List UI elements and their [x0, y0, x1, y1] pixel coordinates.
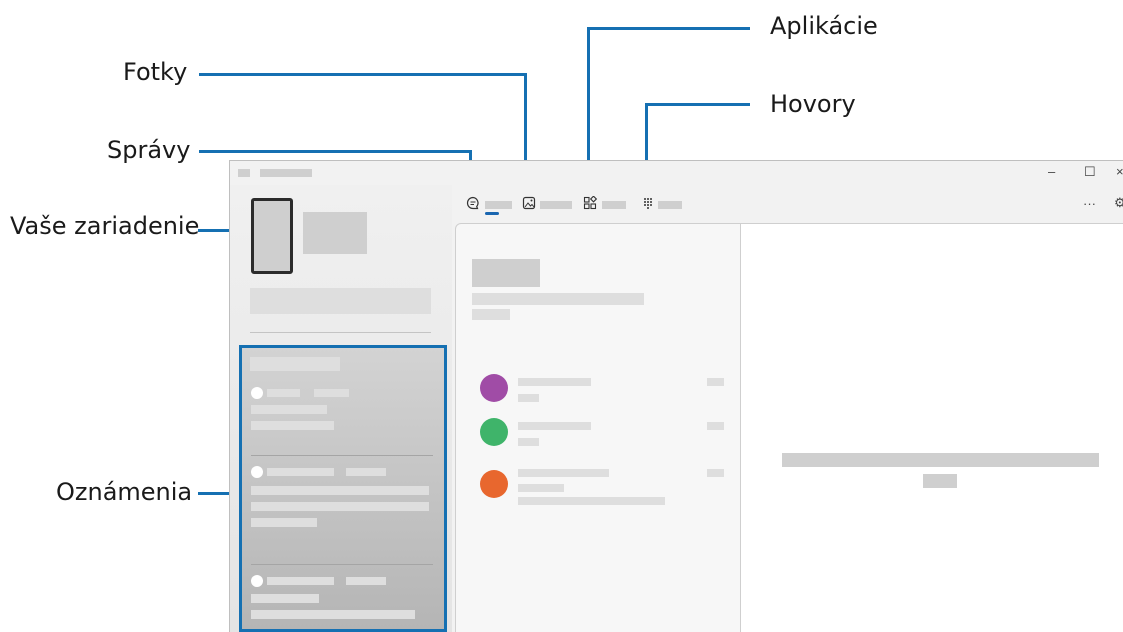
device-status-placeholder	[250, 288, 431, 314]
message-time-placeholder	[707, 378, 724, 386]
notification-app-name	[267, 389, 300, 397]
device-name-placeholder	[303, 212, 367, 254]
apps-icon	[583, 196, 597, 210]
contact-avatar	[480, 470, 508, 498]
app-icon	[238, 169, 250, 177]
notification-divider	[251, 455, 433, 456]
notification-line	[251, 421, 334, 430]
contact-name-placeholder	[518, 469, 609, 477]
sidebar-divider	[250, 332, 431, 333]
minimize-button[interactable]: –	[1048, 165, 1055, 179]
message-preview-placeholder	[518, 394, 539, 402]
settings-icon[interactable]: ⚙	[1114, 196, 1123, 210]
notifications-header	[250, 357, 340, 371]
app-window: – ☐ × ···	[229, 160, 1123, 632]
notification-line	[251, 405, 327, 414]
message-time-placeholder	[707, 422, 724, 430]
tab-photos-label	[540, 201, 572, 209]
messages-subtitle-placeholder	[472, 309, 510, 320]
title-bar: – ☐ ×	[230, 161, 1123, 185]
notification-app-name	[267, 468, 334, 476]
dialpad-icon	[641, 196, 655, 210]
tab-apps-label	[602, 201, 626, 209]
contact-avatar	[480, 374, 508, 402]
notification-app-icon	[251, 575, 263, 587]
active-tab-indicator	[485, 212, 499, 215]
tab-calls-label	[658, 201, 682, 209]
message-preview-placeholder	[518, 484, 564, 492]
messages-header-placeholder	[472, 259, 540, 287]
photo-icon	[522, 196, 536, 210]
notification-line	[251, 502, 429, 511]
message-preview-placeholder	[518, 497, 665, 505]
callout-spravy: Správy	[107, 136, 191, 164]
callout-vase-zariadenie: Vaše zariadenie	[10, 212, 200, 240]
tab-messages-label	[485, 201, 512, 209]
notification-app-name	[267, 577, 334, 585]
device-image[interactable]	[251, 198, 293, 274]
notification-divider	[251, 564, 433, 565]
notification-time	[314, 389, 349, 397]
notification-time	[346, 468, 386, 476]
notifications-panel[interactable]	[239, 345, 447, 632]
callout-aplikacie: Aplikácie	[770, 12, 878, 40]
contact-avatar	[480, 418, 508, 446]
message-time-placeholder	[707, 469, 724, 477]
contact-name-placeholder	[518, 422, 591, 430]
app-title-placeholder	[260, 169, 312, 177]
notification-line	[251, 594, 319, 603]
notification-app-icon	[251, 387, 263, 399]
notification-time	[346, 577, 386, 585]
sidebar	[230, 185, 452, 632]
close-button[interactable]: ×	[1116, 165, 1123, 179]
leader-fotky-h	[199, 73, 526, 76]
messages-subtitle-placeholder	[472, 293, 644, 305]
notification-line	[251, 610, 415, 619]
callout-hovory: Hovory	[770, 90, 856, 118]
messages-panel	[455, 223, 742, 632]
maximize-button[interactable]: ☐	[1084, 165, 1096, 179]
notification-line	[251, 518, 317, 527]
leader-aplikacie-h	[588, 27, 750, 30]
empty-state-text-placeholder	[782, 453, 1099, 467]
conversation-detail-pane	[740, 223, 1123, 632]
empty-state-button-placeholder[interactable]	[923, 474, 957, 488]
contact-name-placeholder	[518, 378, 591, 386]
notification-line	[251, 486, 429, 495]
leader-spravy-h	[199, 150, 471, 153]
message-icon	[466, 196, 480, 210]
message-preview-placeholder	[518, 438, 539, 446]
notification-app-icon	[251, 466, 263, 478]
more-options-button[interactable]: ···	[1083, 197, 1096, 211]
callout-oznamenia: Oznámenia	[56, 478, 193, 506]
callout-fotky: Fotky	[123, 58, 188, 86]
leader-hovory-h	[646, 103, 750, 106]
